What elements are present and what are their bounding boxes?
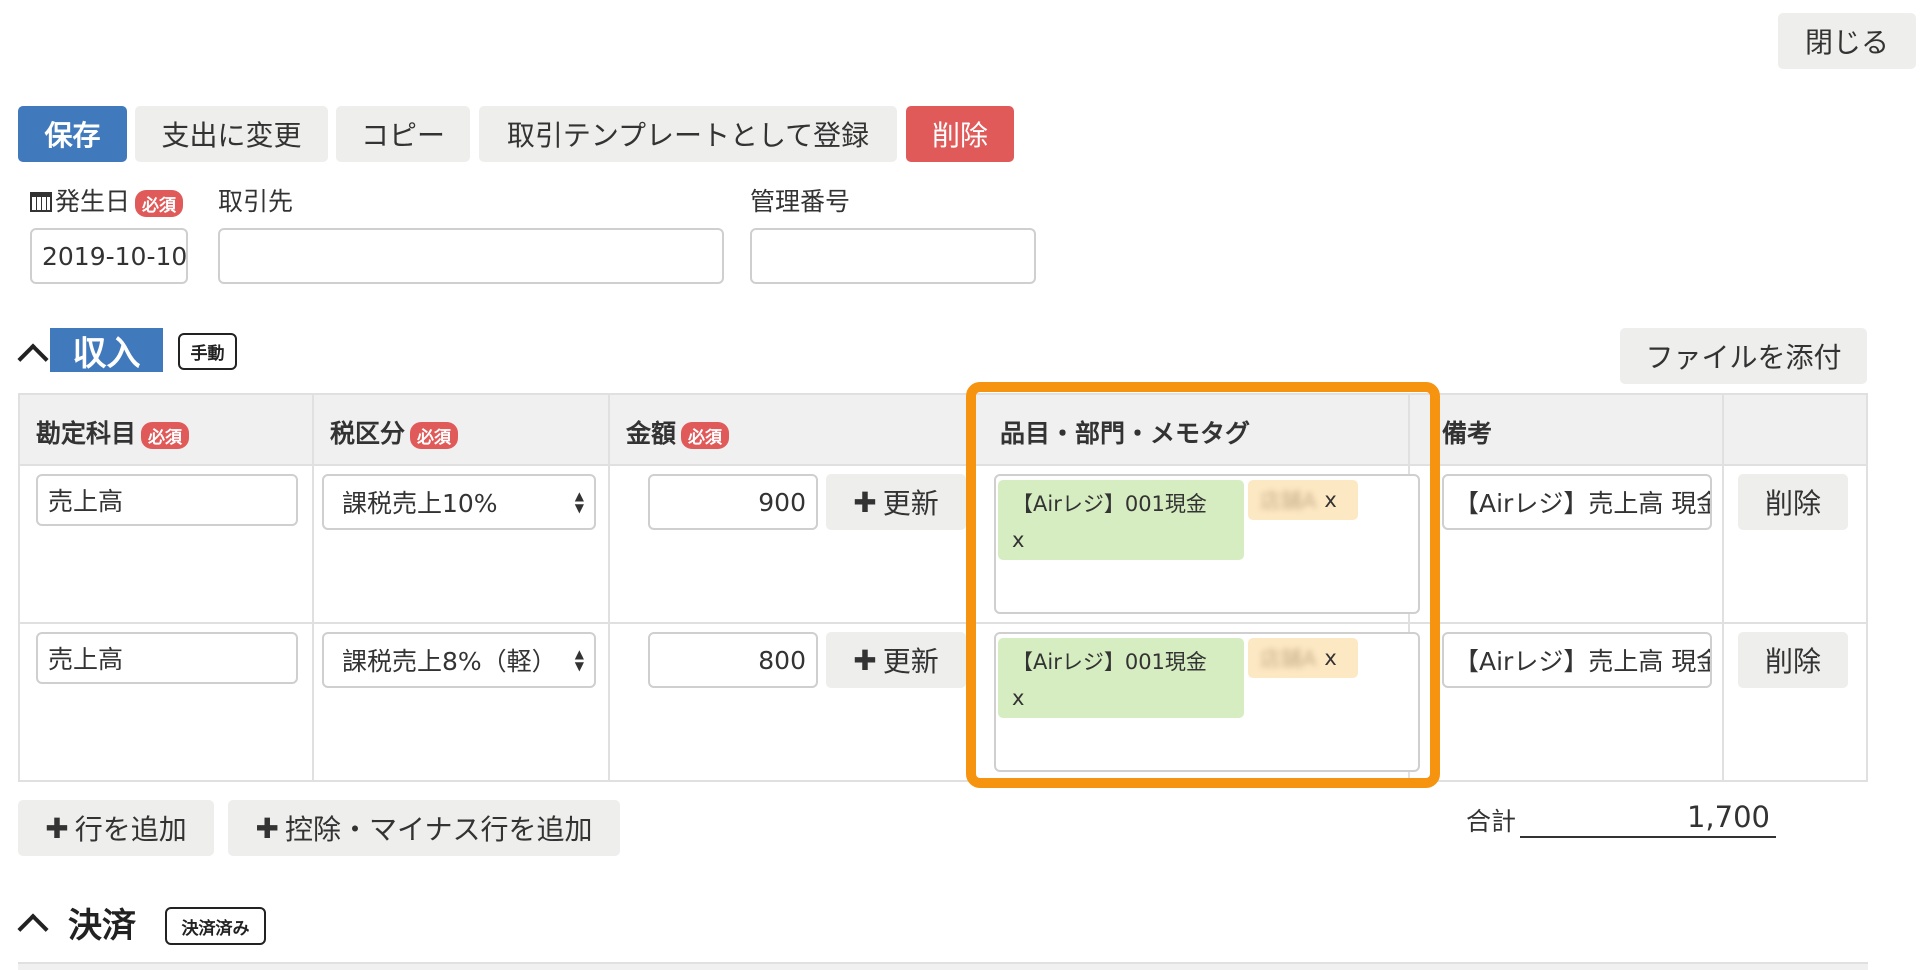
tax-select[interactable]: 課税売上8%（軽） ▲ ▼ xyxy=(322,632,596,688)
update-button[interactable]: ✚ 更新 xyxy=(826,632,966,688)
row-delete-button[interactable]: 削除 xyxy=(1738,632,1848,688)
account-input[interactable]: 売上高 xyxy=(36,632,298,684)
tax-select-value: 課税売上10% xyxy=(342,489,498,518)
highlight-box xyxy=(966,382,1440,788)
row-divider xyxy=(18,780,1868,782)
amount-input[interactable]: 900 xyxy=(648,474,818,530)
col-header-remarks: 備考 xyxy=(1442,419,1493,448)
required-badge: 必須 xyxy=(141,421,190,449)
col-header-account-text: 勘定科目 xyxy=(36,419,137,448)
collapse-settlement-icon[interactable] xyxy=(17,913,49,945)
col-divider xyxy=(312,393,314,782)
col-divider xyxy=(18,393,20,782)
save-button[interactable]: 保存 xyxy=(18,106,127,162)
add-minus-row-button[interactable]: ✚ 控除・マイナス行を追加 xyxy=(228,800,620,856)
partner-label: 取引先 xyxy=(218,187,294,216)
select-arrows-icon: ▲ ▼ xyxy=(574,489,584,515)
col-header-tax: 税区分 必須 xyxy=(330,414,459,450)
plus-icon: ✚ xyxy=(853,643,877,677)
date-label-text: 発生日 xyxy=(55,187,131,216)
col-divider xyxy=(1866,393,1868,782)
date-input[interactable]: 2019-10-10 xyxy=(30,228,188,284)
plus-icon: ✚ xyxy=(255,811,279,845)
change-to-expense-button[interactable]: 支出に変更 xyxy=(135,106,328,162)
attach-file-button[interactable]: ファイルを添付 xyxy=(1620,328,1867,384)
col-header-tax-text: 税区分 xyxy=(330,419,406,448)
tax-select-value: 課税売上8%（軽） xyxy=(342,647,557,676)
required-badge: 必須 xyxy=(135,189,184,217)
control-number-label: 管理番号 xyxy=(750,187,851,216)
settled-badge: 決済済み xyxy=(165,907,266,945)
copy-button[interactable]: コピー xyxy=(336,106,470,162)
register-template-button[interactable]: 取引テンプレートとして登録 xyxy=(479,106,897,162)
amount-input[interactable]: 800 xyxy=(648,632,818,688)
partner-input[interactable] xyxy=(218,228,724,284)
required-badge: 必須 xyxy=(681,421,730,449)
tax-select[interactable]: 課税売上10% ▲ ▼ xyxy=(322,474,596,530)
add-row-button[interactable]: ✚ 行を追加 xyxy=(18,800,214,856)
income-section-title: 収入 xyxy=(50,328,163,374)
update-button-label: 更新 xyxy=(882,645,939,678)
update-button-label: 更新 xyxy=(882,487,939,520)
remarks-input[interactable]: 【Airレジ】売上高 現金 xyxy=(1442,632,1712,688)
col-header-amount-text: 金額 xyxy=(626,419,677,448)
row-divider xyxy=(18,622,1868,624)
calendar-icon xyxy=(30,192,52,212)
manual-badge: 手動 xyxy=(178,333,237,370)
row-divider xyxy=(18,464,1868,466)
total-value: 1,700 xyxy=(1520,800,1776,838)
total-label: 合計 xyxy=(1466,807,1517,836)
control-number-input[interactable] xyxy=(750,228,1036,284)
col-divider xyxy=(608,393,610,782)
date-label: 発生日 必須 xyxy=(30,182,184,218)
row-delete-button[interactable]: 削除 xyxy=(1738,474,1848,530)
account-input[interactable]: 売上高 xyxy=(36,474,298,526)
close-button[interactable]: 閉じる xyxy=(1778,13,1916,69)
update-button[interactable]: ✚ 更新 xyxy=(826,474,966,530)
remarks-input[interactable]: 【Airレジ】売上高 現金 xyxy=(1442,474,1712,530)
add-row-label: 行を追加 xyxy=(74,813,187,846)
col-header-account: 勘定科目 必須 xyxy=(36,414,190,450)
collapse-income-icon[interactable] xyxy=(17,343,49,375)
income-table-header xyxy=(18,393,1868,465)
col-header-amount: 金額 必須 xyxy=(626,414,730,450)
col-divider xyxy=(1722,393,1724,782)
settlement-section-title: 決済 xyxy=(68,906,136,946)
settlement-table-header xyxy=(18,962,1868,970)
delete-button[interactable]: 削除 xyxy=(906,106,1014,162)
plus-icon: ✚ xyxy=(853,485,877,519)
add-minus-row-label: 控除・マイナス行を追加 xyxy=(285,813,593,846)
plus-icon: ✚ xyxy=(45,811,69,845)
required-badge: 必須 xyxy=(410,421,459,449)
select-arrows-icon: ▲ ▼ xyxy=(574,647,584,673)
